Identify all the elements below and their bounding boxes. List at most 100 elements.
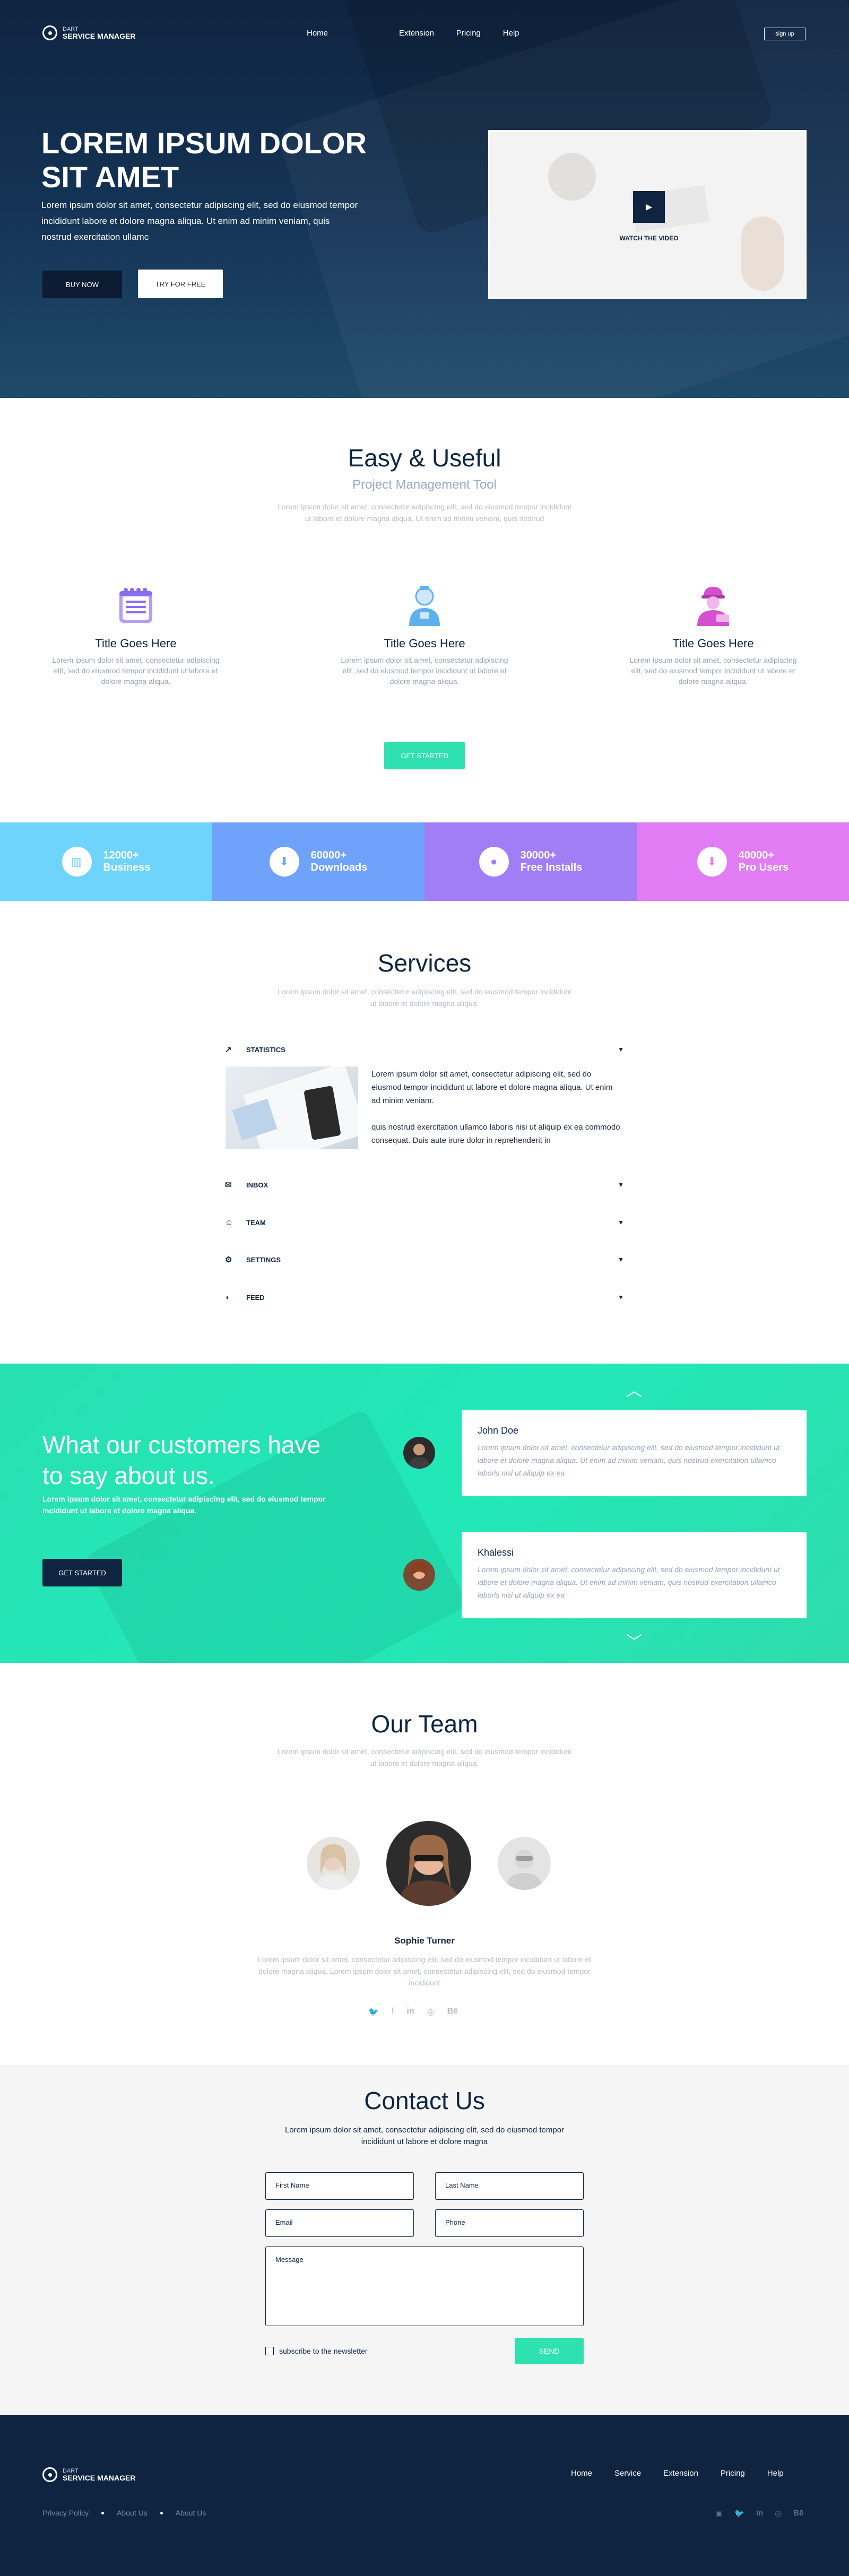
chevron-down-icon[interactable]: ﹀: [626, 1629, 642, 1652]
accordion-inbox[interactable]: ✉ INBOX ▼: [225, 1177, 624, 1193]
newsletter-checkbox[interactable]: subscribe to the newsletter: [265, 2347, 368, 2355]
footer-nav: Home Service Extension Pricing Help: [571, 2469, 784, 2478]
team-title: Our Team: [371, 1710, 478, 1738]
footer-social: ▣ 🐦 in ◎ Bē: [715, 2509, 804, 2518]
accordion-team[interactable]: ☺ TEAM ▼: [225, 1215, 624, 1230]
facebook-icon[interactable]: f: [392, 2007, 394, 2017]
get-started-button[interactable]: GET STARTED: [384, 742, 465, 769]
chevron-up-icon[interactable]: ︿: [626, 1377, 642, 1401]
contact-section: Contact Us Lorem ipsum dolor sit amet, c…: [0, 2065, 849, 2415]
phone-field[interactable]: Phone: [435, 2209, 584, 2237]
footer: [0, 2415, 849, 2576]
people-icon: ☺: [225, 1218, 233, 1227]
hero-section: DART SERVICE MANAGER Home Service Extensi…: [0, 0, 849, 398]
member-social: 🐦 f in ◎ Bē: [368, 2007, 458, 2017]
gear-icon: ⚙: [225, 1255, 232, 1264]
send-button[interactable]: SEND: [515, 2338, 584, 2364]
brand-bottom: SERVICE MANAGER: [63, 2473, 136, 2482]
facebook-icon[interactable]: ▣: [715, 2509, 723, 2518]
behance-icon[interactable]: Bē: [447, 2007, 458, 2017]
caret-down-icon: ▼: [618, 1294, 624, 1301]
nav-service[interactable]: Service: [350, 29, 377, 38]
newsletter-label: subscribe to the newsletter: [279, 2347, 368, 2355]
testimonial-name: Khalessi: [478, 1547, 514, 1558]
footer-nav-extension[interactable]: Extension: [663, 2469, 698, 2478]
accordion-label: TEAM: [246, 1218, 266, 1227]
feature-card: Title Goes Here Lorem ipsum dolor sit am…: [340, 585, 509, 687]
notepad-icon: [115, 585, 157, 627]
twitter-icon[interactable]: 🐦: [734, 2509, 744, 2518]
dribbble-icon[interactable]: ◎: [775, 2509, 782, 2518]
footer-nav-home[interactable]: Home: [571, 2469, 592, 2478]
team-member-photo[interactable]: [307, 1837, 360, 1890]
trending-icon: ↗: [225, 1045, 232, 1054]
twitter-icon[interactable]: 🐦: [368, 2007, 379, 2017]
features-subtitle: Project Management Tool: [352, 478, 497, 492]
about-link[interactable]: About Us: [176, 2509, 206, 2517]
building-icon: ▥: [62, 847, 92, 877]
footer-links: Privacy Policy About Us About Us: [42, 2509, 206, 2517]
stat-number: 40000+: [738, 849, 775, 861]
nav-help[interactable]: Help: [503, 29, 519, 38]
download-icon: ⬇: [697, 847, 727, 877]
linkedin-icon[interactable]: in: [406, 2007, 414, 2017]
stat-pro-users: ⬇ 40000+ Pro Users: [637, 822, 849, 901]
member-name: Sophie Turner: [394, 1936, 455, 1946]
accordion-label: FEED: [246, 1293, 265, 1302]
accordion-settings[interactable]: ⚙ SETTINGS ▼: [225, 1252, 624, 1268]
accordion-feed[interactable]: ◗ FEED ▼: [225, 1289, 624, 1305]
team-member-photo[interactable]: [498, 1837, 551, 1890]
feature-card: Title Goes Here Lorem ipsum dolor sit am…: [628, 585, 798, 687]
feature-text: Lorem ipsum dolor sit amet, consectetur …: [52, 656, 220, 686]
caret-down-icon: ▼: [618, 1219, 624, 1226]
caret-down-icon: ▼: [618, 1256, 624, 1263]
footer-nav-pricing[interactable]: Pricing: [721, 2469, 745, 2478]
accordion-label: INBOX: [246, 1181, 268, 1189]
try-free-button[interactable]: TRY FOR FREE: [138, 270, 223, 298]
footer-nav-service[interactable]: Service: [614, 2469, 641, 2478]
brand-top: DART: [63, 25, 79, 32]
nav-home[interactable]: Home: [307, 29, 328, 38]
nav-pricing[interactable]: Pricing: [456, 29, 481, 38]
user-icon: ●: [479, 847, 509, 877]
message-field[interactable]: Message: [265, 2247, 584, 2326]
checkbox-icon[interactable]: [265, 2347, 274, 2355]
about-link[interactable]: About Us: [117, 2509, 148, 2517]
avatar: [403, 1559, 435, 1591]
logo[interactable]: DART SERVICE MANAGER: [42, 25, 135, 40]
linkedin-icon[interactable]: in: [756, 2509, 763, 2518]
accordion-label: STATISTICS: [246, 1045, 285, 1054]
coffee-cup-image: [548, 153, 596, 201]
first-name-field[interactable]: First Name: [265, 2172, 414, 2200]
accordion-label: SETTINGS: [246, 1255, 281, 1264]
accordion-statistics[interactable]: ↗ STATISTICS ▼: [225, 1042, 624, 1057]
buy-now-button[interactable]: BUY NOW: [42, 271, 122, 298]
signup-button[interactable]: sign up: [764, 28, 805, 40]
nav-extension[interactable]: Extension: [399, 29, 434, 38]
team-member-photo-active[interactable]: [386, 1821, 471, 1906]
contact-desc: Lorem ipsum dolor sit amet, consectetur …: [284, 2126, 565, 2146]
play-icon[interactable]: ▶: [633, 191, 665, 223]
caret-down-icon: ▼: [618, 1046, 624, 1053]
footer-nav-help[interactable]: Help: [767, 2469, 784, 2478]
services-desc: Lorem ipsum dolor sit amet, consectetur …: [277, 987, 572, 1008]
get-started-button[interactable]: GET STARTED: [42, 1559, 122, 1586]
video-panel[interactable]: ▶ WATCH THE VIDEO: [488, 130, 807, 299]
feature-title: Title Goes Here: [384, 637, 465, 650]
stat-business: ▥ 12000+ Business: [0, 822, 212, 901]
email-field[interactable]: Email: [265, 2209, 414, 2237]
testimonials-lead: Lorem ipsum dolor sit amet, consectetur …: [42, 1495, 326, 1515]
last-name-field[interactable]: Last Name: [435, 2172, 584, 2200]
caret-down-icon: ▼: [618, 1181, 624, 1189]
behance-icon[interactable]: Bē: [793, 2509, 803, 2518]
dribbble-icon[interactable]: ◎: [427, 2007, 435, 2017]
testimonial-card: John Doe Lorem ipsum dolor sit amet, con…: [462, 1410, 807, 1496]
statistics-image: [226, 1066, 358, 1149]
hero-title: LOREM IPSUM DOLOR SIT AMET: [41, 126, 367, 194]
privacy-link[interactable]: Privacy Policy: [42, 2509, 89, 2517]
testimonial-text: Lorem ipsum dolor sit amet, consectetur …: [478, 1443, 780, 1477]
testimonials-title: What our customers have to say about us.: [42, 1431, 321, 1489]
footer-logo[interactable]: DART SERVICE MANAGER: [42, 2467, 135, 2482]
download-icon: ⬇: [269, 847, 299, 877]
stat-label: Business: [103, 862, 151, 873]
